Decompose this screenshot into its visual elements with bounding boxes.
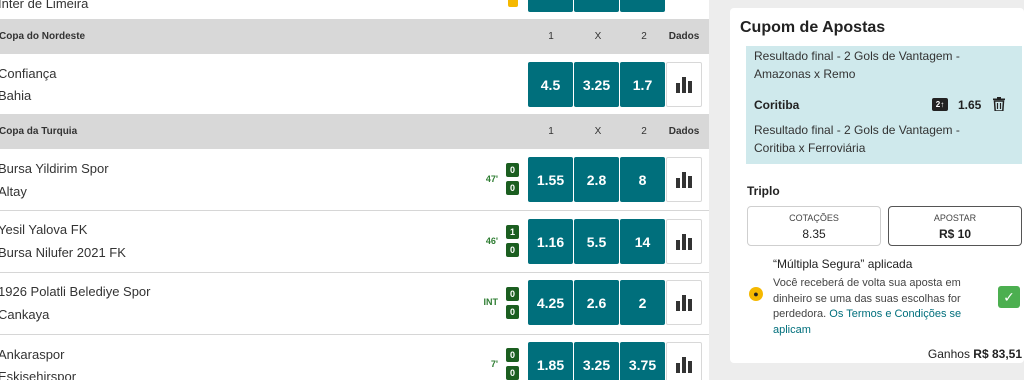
bar-chart-icon [676, 171, 692, 188]
trash-icon[interactable] [993, 97, 1005, 111]
stats-button[interactable] [666, 342, 702, 380]
odd-button[interactable] [528, 0, 573, 12]
bet-event: Coritiba x Ferroviária [754, 141, 866, 155]
home-team: Inter de Limeira [0, 0, 89, 11]
away-team[interactable]: Altay [0, 184, 27, 199]
col-draw: X [594, 126, 602, 137]
bar-chart-icon [676, 76, 692, 93]
match-row: Yesil Yalova FK Bursa Nilufer 2021 FK 46… [0, 211, 709, 272]
betslip-selections: Resultado final - 2 Gols de Vantagem - A… [746, 46, 1022, 164]
away-score: 0 [506, 305, 519, 319]
odd-home-button[interactable]: 1.55 [528, 157, 573, 202]
odd-home-button[interactable]: 1.16 [528, 219, 573, 264]
stats-button[interactable] [666, 280, 702, 325]
coin-icon: ● [749, 287, 763, 301]
away-score: 0 [506, 243, 519, 257]
away-team[interactable]: Eskisehirspor [0, 369, 76, 380]
match-row-partial: Inter de Limeira [0, 0, 709, 20]
away-team[interactable]: Bursa Nilufer 2021 FK [0, 245, 126, 260]
betslip-title: Cupom de Apostas [740, 19, 886, 36]
multipla-title: “Múltipla Segura” aplicada [773, 257, 913, 271]
betslip-panel: Cupom de Apostas Resultado final - 2 Gol… [730, 0, 1024, 380]
winnings-value: R$ 83,51 [973, 347, 1022, 361]
match-row: Bursa Yildirim Spor Altay 47' 0 0 1.55 2… [0, 149, 709, 210]
bet-market: Resultado final - 2 Gols de Vantagem - [754, 49, 960, 63]
odd-draw-button[interactable]: 3.25 [574, 62, 619, 107]
odd-draw-button[interactable]: 3.25 [574, 342, 619, 380]
col-draw: X [594, 31, 602, 42]
match-row: Ankaraspor Eskisehirspor 7' 0 0 1.85 3.2… [0, 335, 709, 380]
col-home: 1 [548, 126, 554, 137]
away-team[interactable]: Bahia [0, 88, 31, 103]
odd-draw-button[interactable]: 2.6 [574, 280, 619, 325]
league-header: Copa do Nordeste 1 X 2 Dados [0, 19, 709, 54]
stake-input[interactable]: APOSTAR R$ 10 [888, 206, 1022, 246]
multipla-text: Você receberá de volta sua aposta em din… [773, 276, 993, 338]
odd-away-button[interactable]: 3.75 [620, 342, 665, 380]
bet-type: Triplo [747, 184, 780, 198]
col-away: 2 [641, 31, 647, 42]
match-time: 7' [490, 359, 498, 369]
odds-summary: COTAÇÕES 8.35 [747, 206, 881, 246]
bar-chart-icon [676, 294, 692, 311]
odd-home-button[interactable]: 1.85 [528, 342, 573, 380]
stake-label: APOSTAR [933, 213, 977, 223]
home-team[interactable]: Confiança [0, 66, 57, 81]
bet-market: Resultado final - 2 Gols de Vantagem - [754, 123, 960, 137]
away-score: 0 [506, 366, 519, 380]
odd-button[interactable] [620, 0, 665, 12]
bet-event: Amazonas x Remo [754, 67, 856, 81]
odd-away-button[interactable]: 14 [620, 219, 665, 264]
odd-draw-button[interactable]: 2.8 [574, 157, 619, 202]
betslip-card: Cupom de Apostas Resultado final - 2 Gol… [730, 8, 1024, 363]
match-time: 46' [485, 236, 498, 246]
home-team[interactable]: Yesil Yalova FK [0, 222, 87, 237]
match-row: Confiança Bahia 4.5 3.25 1.7 [0, 54, 709, 114]
bar-chart-icon [676, 233, 692, 250]
league-name: Copa da Turquia [0, 126, 78, 137]
home-score: 0 [506, 287, 519, 301]
bar-chart-icon [676, 356, 692, 373]
col-stats: Dados [668, 31, 700, 42]
league-header: Copa da Turquia 1 X 2 Dados [0, 114, 709, 149]
potential-winnings: Ganhos R$ 83,51 [928, 347, 1022, 361]
odds-boost-icon [508, 0, 518, 7]
odd-away-button[interactable]: 1.7 [620, 62, 665, 107]
odd-draw-button[interactable]: 5.5 [574, 219, 619, 264]
stats-button[interactable] [666, 62, 702, 107]
home-score: 0 [506, 163, 519, 177]
away-team[interactable]: Cankaya [0, 307, 49, 322]
bet-selection: Coritiba [754, 98, 800, 112]
home-team[interactable]: 1926 Polatli Belediye Spor [0, 284, 151, 299]
odd-home-button[interactable]: 4.5 [528, 62, 573, 107]
home-score: 1 [506, 225, 519, 239]
home-team[interactable]: Ankaraspor [0, 347, 64, 362]
match-time: INT [483, 297, 499, 307]
odd-button[interactable] [574, 0, 619, 12]
col-stats: Dados [668, 126, 700, 137]
checkbox-checked-icon[interactable]: ✓ [998, 286, 1020, 308]
away-score: 0 [506, 181, 519, 195]
col-home: 1 [548, 31, 554, 42]
winnings-label: Ganhos [927, 347, 970, 361]
events-list: Inter de Limeira Copa do Nordeste 1 X 2 … [0, 0, 709, 380]
home-team[interactable]: Bursa Yildirim Spor [0, 161, 109, 176]
odds-label: COTAÇÕES [789, 213, 839, 223]
odd-away-button[interactable]: 8 [620, 157, 665, 202]
stats-button[interactable] [666, 157, 702, 202]
odds-boost-icon: 2↑ [932, 98, 948, 111]
stake-value: R$ 10 [938, 227, 972, 241]
match-row: 1926 Polatli Belediye Spor Cankaya INT 0… [0, 273, 709, 334]
odd-home-button[interactable]: 4.25 [528, 280, 573, 325]
home-score: 0 [506, 348, 519, 362]
league-name: Copa do Nordeste [0, 31, 86, 42]
stats-button[interactable] [666, 219, 702, 264]
col-away: 2 [641, 126, 647, 137]
match-time: 47' [485, 174, 498, 184]
odd-away-button[interactable]: 2 [620, 280, 665, 325]
odds-value: 8.35 [802, 227, 826, 241]
bet-odd: 1.65 [958, 98, 982, 112]
